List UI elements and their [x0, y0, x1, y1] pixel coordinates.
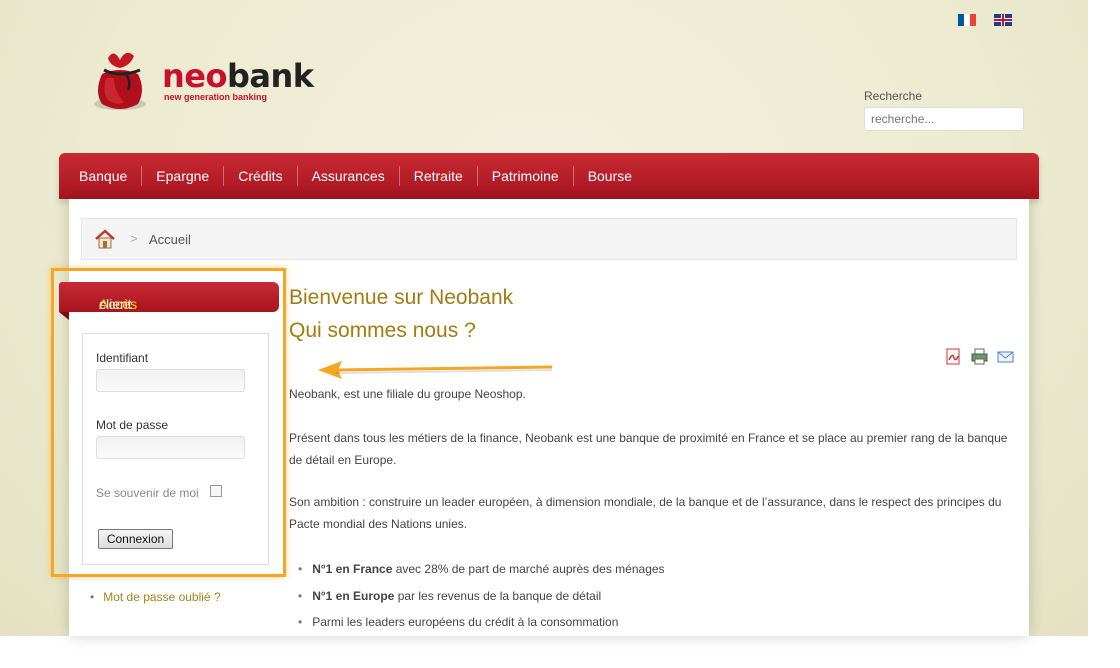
breadcrumb-separator: > [130, 231, 138, 246]
home-icon[interactable] [94, 229, 116, 249]
highlight-box [51, 268, 286, 577]
nav-item-banque[interactable]: Banque [65, 166, 143, 186]
logo[interactable]: neobank new generation banking [84, 44, 324, 116]
breadcrumb-current: Accueil [149, 232, 191, 247]
ambition-paragraph: Son ambition : construire un leader euro… [289, 495, 1002, 531]
list-item: Parmi les leaders européens du crédit à … [298, 612, 665, 639]
forgot-password-link[interactable]: Mot de passe oublié ? [90, 590, 220, 604]
page-title: Bienvenue sur Neobank [289, 286, 514, 309]
pdf-icon[interactable] [945, 348, 962, 365]
nav-item-patrimoine[interactable]: Patrimoine [478, 166, 574, 186]
print-icon[interactable] [971, 348, 988, 365]
search-label: Recherche [864, 89, 923, 103]
list-item: N°1 en France avec 28% de part de marché… [298, 559, 664, 586]
nav-item-retraite[interactable]: Retraite [400, 166, 478, 186]
main-nav: Banque Epargne Crédits Assurances Retrai… [59, 153, 1039, 199]
intro-paragraph: Neobank, est une filiale du groupe Neosh… [289, 387, 526, 401]
brand-name: neobank [162, 57, 314, 95]
nav-item-bourse[interactable]: Bourse [574, 166, 646, 186]
email-icon[interactable] [997, 348, 1014, 365]
list-item: N°1 en Europe par les revenus de la banq… [298, 586, 665, 613]
breadcrumb: > Accueil [81, 218, 1017, 260]
flag-france-icon[interactable] [958, 14, 976, 26]
page-subtitle: Qui sommes nous ? [289, 319, 476, 342]
annotation-arrow-icon [318, 361, 553, 379]
search-input[interactable] [864, 107, 1024, 131]
brand-tagline: new generation banking [164, 92, 268, 102]
facts-list: N°1 en France avec 28% de part de marché… [298, 559, 665, 639]
nav-item-credits[interactable]: Crédits [224, 166, 298, 186]
flag-uk-icon[interactable] [994, 14, 1012, 26]
presence-paragraph: Présent dans tous les métiers de la fina… [289, 431, 1008, 467]
nav-item-assurances[interactable]: Assurances [298, 166, 400, 186]
nav-item-epargne[interactable]: Epargne [142, 166, 225, 186]
money-bag-icon [94, 52, 146, 110]
